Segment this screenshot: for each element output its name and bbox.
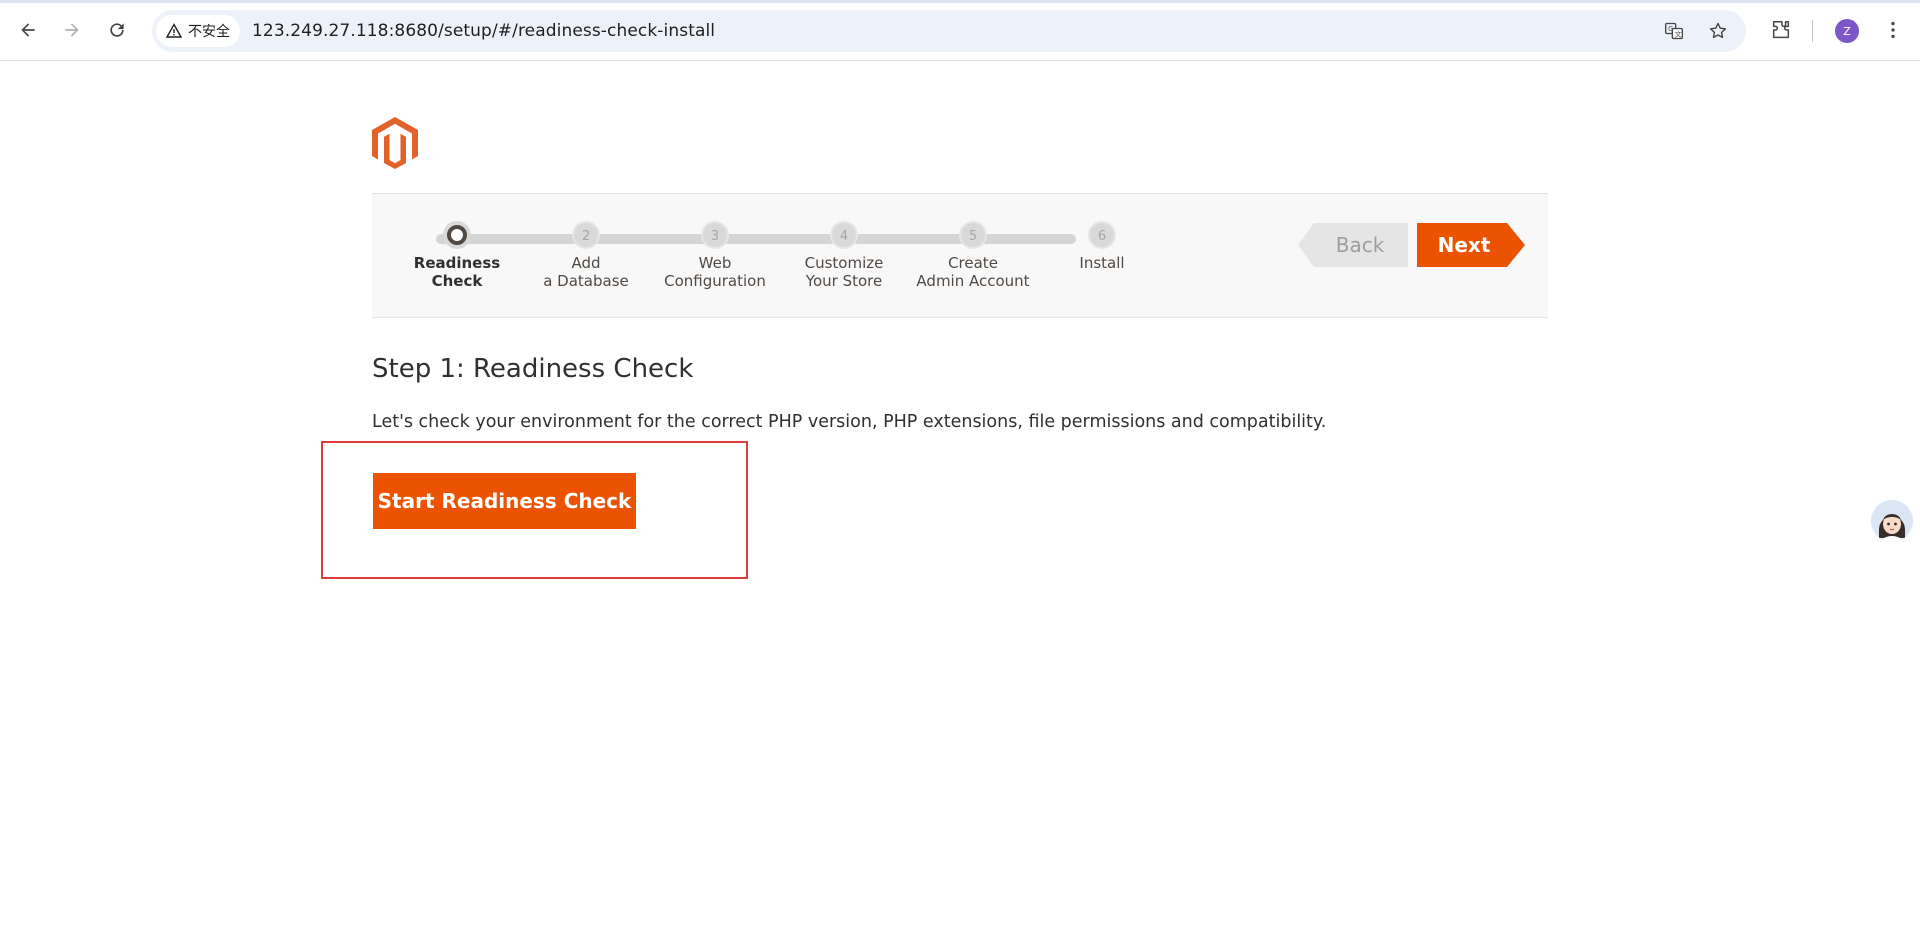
back-arrow-icon[interactable] xyxy=(12,14,44,46)
step-label: Add a Database xyxy=(543,254,629,290)
step-label: Web Configuration xyxy=(664,254,766,290)
forward-arrow-icon[interactable] xyxy=(56,14,88,46)
step-indicator-active xyxy=(443,221,471,249)
step-label: Create Admin Account xyxy=(916,254,1030,290)
wizard-step-readiness-check[interactable]: Readiness Check xyxy=(392,221,522,290)
wizard-step-install[interactable]: 6 Install xyxy=(1037,221,1167,272)
url-text[interactable]: 123.249.27.118:8680/setup/#/readiness-ch… xyxy=(252,10,715,52)
start-readiness-check-button[interactable]: Start Readiness Check xyxy=(373,473,636,529)
security-label: 不安全 xyxy=(188,24,230,40)
security-chip[interactable]: 不安全 xyxy=(156,15,240,47)
svg-text:文: 文 xyxy=(1675,29,1682,38)
wizard-step-create-admin[interactable]: 5 Create Admin Account xyxy=(908,221,1038,290)
toolbar-separator xyxy=(1812,20,1813,42)
wizard-step-add-database[interactable]: 2 Add a Database xyxy=(521,221,651,290)
address-bar[interactable]: 不安全 123.249.27.118:8680/setup/#/readines… xyxy=(152,10,1746,52)
browser-toolbar: 不安全 123.249.27.118:8680/setup/#/readines… xyxy=(0,0,1920,61)
step-number: 4 xyxy=(830,221,858,249)
step-number: 5 xyxy=(959,221,987,249)
step-label: Readiness Check xyxy=(413,254,501,290)
step-number: 2 xyxy=(572,221,600,249)
page-title: Step 1: Readiness Check xyxy=(372,354,694,384)
step-label: Customize Your Store xyxy=(804,254,884,290)
reload-icon[interactable] xyxy=(101,14,133,46)
wizard-step-customize-store[interactable]: 4 Customize Your Store xyxy=(779,221,909,290)
setup-wizard-nav: Readiness Check 2 Add a Database 3 Web C… xyxy=(372,193,1548,318)
next-button[interactable]: Next xyxy=(1417,223,1525,267)
extensions-icon[interactable] xyxy=(1767,16,1795,44)
step-label: Install xyxy=(1079,254,1125,272)
assistant-avatar-icon[interactable] xyxy=(1871,500,1913,542)
more-menu-icon[interactable] xyxy=(1879,16,1907,44)
svg-text:G: G xyxy=(1668,25,1673,33)
bookmark-star-icon[interactable] xyxy=(1706,19,1730,43)
tab-strip-edge xyxy=(0,0,1920,3)
step-number: 3 xyxy=(701,221,729,249)
magento-logo xyxy=(372,117,418,169)
translate-icon[interactable]: G 文 xyxy=(1662,19,1686,43)
wizard-step-web-configuration[interactable]: 3 Web Configuration xyxy=(650,221,780,290)
back-button[interactable]: Back xyxy=(1298,223,1408,267)
step-description: Let's check your environment for the cor… xyxy=(372,412,1327,432)
profile-avatar[interactable]: Z xyxy=(1835,19,1859,43)
step-number: 6 xyxy=(1088,221,1116,249)
warning-icon xyxy=(166,23,182,38)
